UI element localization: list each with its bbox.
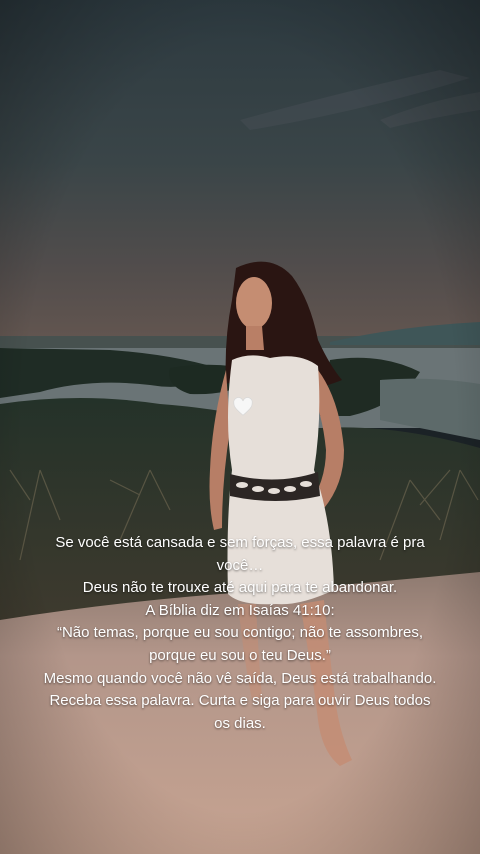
video-screen[interactable]: Se você está cansada e sem forças, essa … xyxy=(0,0,480,854)
caption-line: Receba essa palavra. Curta e siga para o… xyxy=(49,692,431,732)
caption-line: A Bíblia diz em Isaías 41:10: xyxy=(145,601,335,619)
caption-line: Deus não te trouxe até aqui para te aban… xyxy=(82,579,398,597)
white-heart-icon xyxy=(233,397,253,416)
post-caption: Se você está cansada e sem forças, essa … xyxy=(42,532,438,735)
caption-line: Mesmo quando você não vê saída, Deus est… xyxy=(43,669,437,687)
caption-line: Se você está cansada e sem forças, essa … xyxy=(55,534,425,574)
caption-line: “Não temas, porque eu sou contigo; não t… xyxy=(56,624,424,664)
